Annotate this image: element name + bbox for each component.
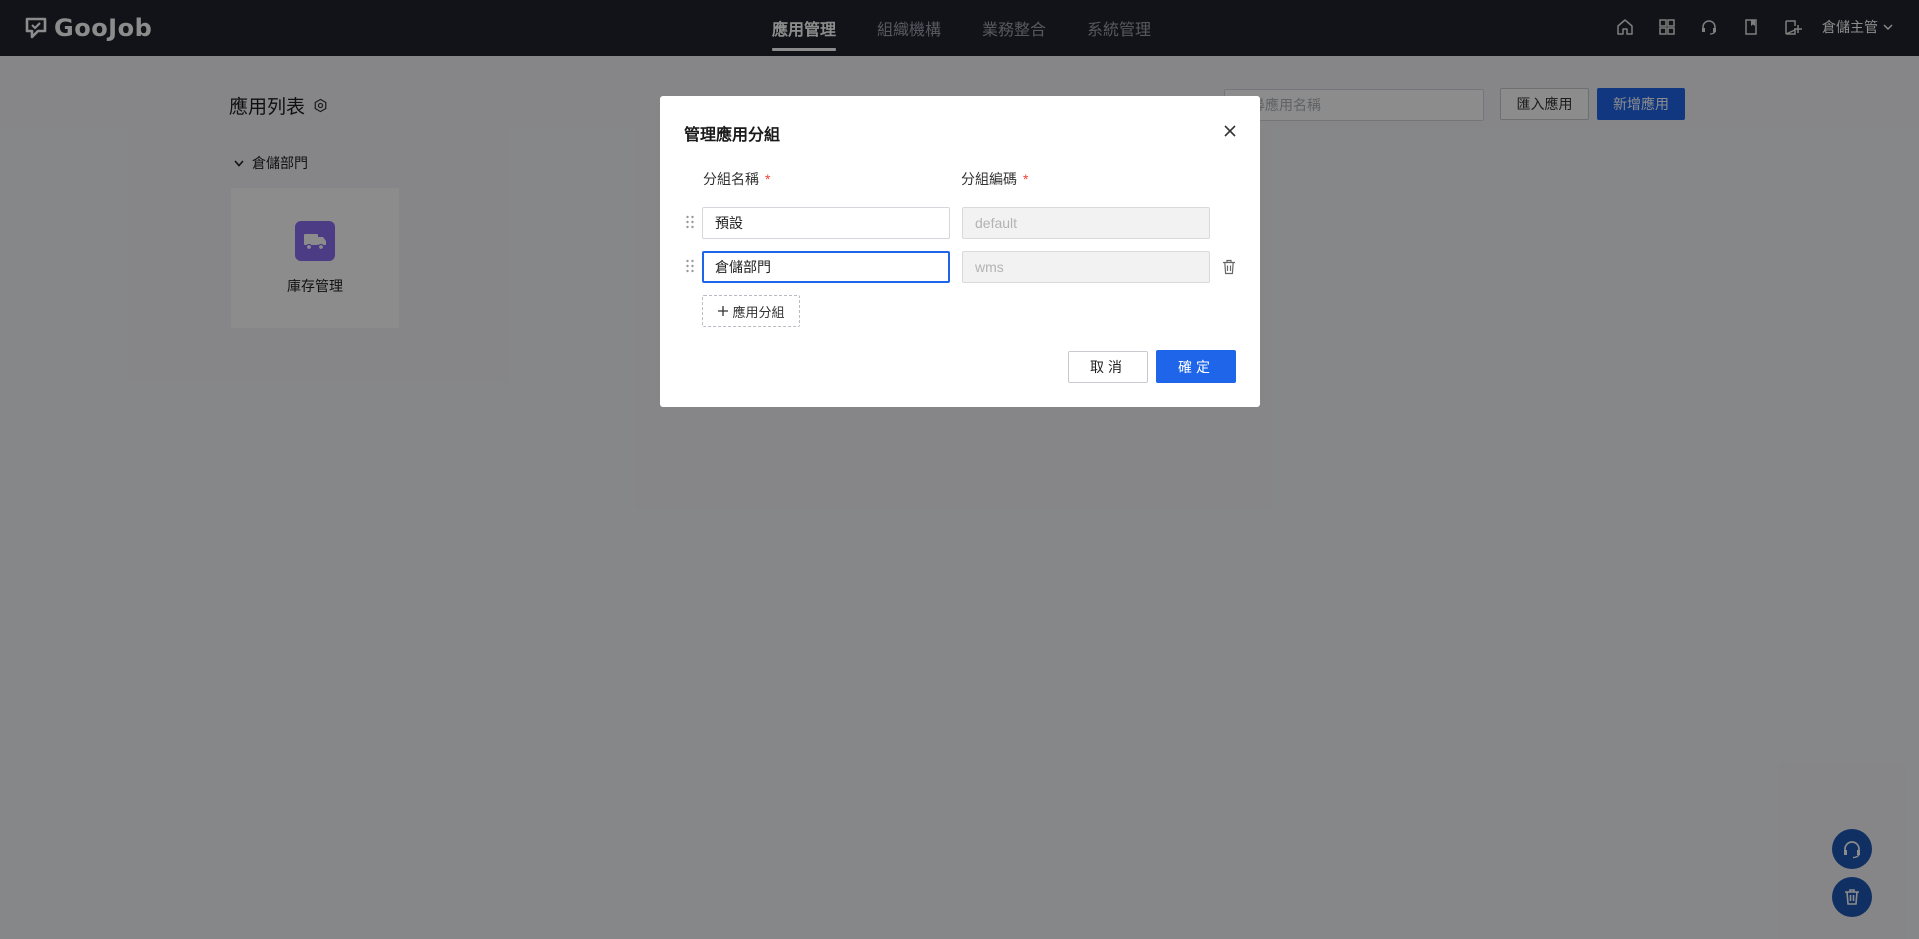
group-code-label: 分組編碼 * <box>961 169 1028 189</box>
group-code-label-text: 分組編碼 <box>961 171 1017 187</box>
required-mark: * <box>765 171 771 187</box>
group-code-field <box>962 207 1210 239</box>
drag-handle-icon[interactable] <box>685 259 695 273</box>
confirm-button[interactable]: 確定 <box>1156 350 1236 383</box>
group-code-field <box>962 251 1210 283</box>
cancel-button[interactable]: 取消 <box>1068 351 1148 383</box>
required-mark: * <box>1023 171 1029 187</box>
close-icon[interactable] <box>1221 122 1239 140</box>
group-name-label: 分組名稱 * <box>703 169 770 189</box>
plus-icon <box>718 306 729 316</box>
add-group-button[interactable]: 應用分組 <box>702 295 800 327</box>
group-name-field[interactable] <box>702 207 950 239</box>
add-group-label: 應用分組 <box>732 304 785 320</box>
manage-groups-dialog: 管理應用分組 分組名稱 * 分組編碼 * 應用分組 取消 確定 <box>660 96 1260 407</box>
group-name-field[interactable] <box>702 251 950 283</box>
delete-row-icon[interactable] <box>1222 259 1236 275</box>
dialog-title: 管理應用分組 <box>684 127 781 144</box>
drag-handle-icon[interactable] <box>685 215 695 229</box>
group-name-label-text: 分組名稱 <box>703 171 759 187</box>
